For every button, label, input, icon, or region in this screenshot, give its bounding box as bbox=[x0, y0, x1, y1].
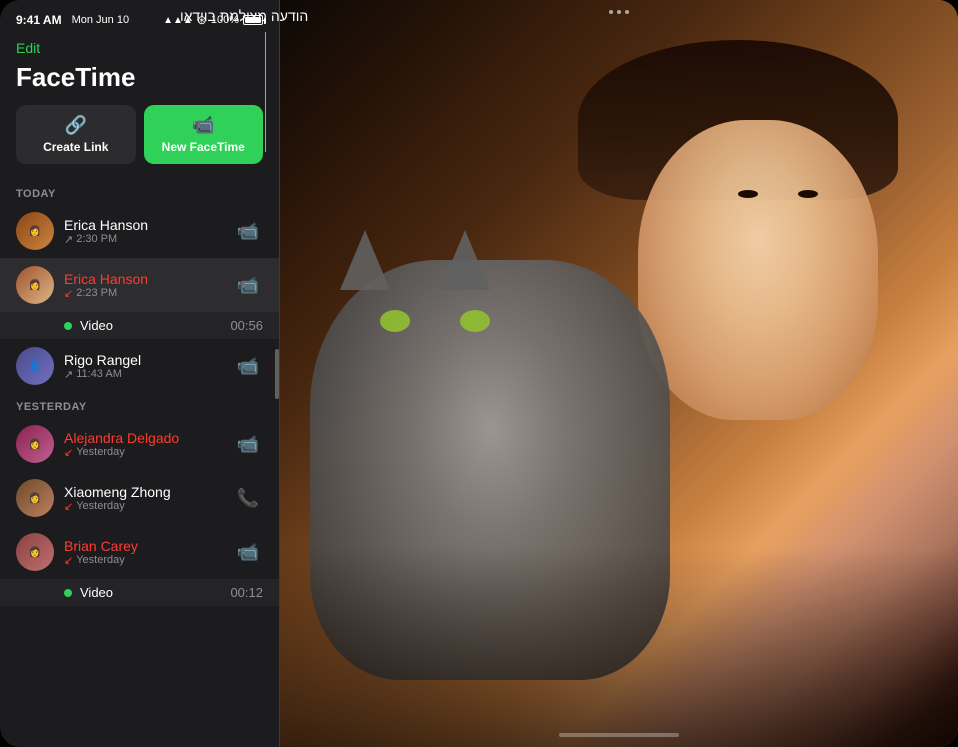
call-name-alejandra: Alejandra Delgado bbox=[64, 430, 233, 446]
call-arrow-1: ↗ bbox=[64, 233, 73, 246]
signal-icon: ▲▲▲ bbox=[163, 15, 193, 26]
call-time-value-1: 2:30 PM bbox=[76, 233, 117, 245]
call-time-value-brian: Yesterday bbox=[76, 554, 125, 566]
call-time-alejandra: ↙ Yesterday bbox=[64, 446, 233, 459]
call-info-rigo: Rigo Rangel ↗ 11:43 AM bbox=[64, 352, 233, 381]
video-call-icon-rigo[interactable]: 📹 bbox=[233, 352, 263, 381]
video-indicator-brian: Video 00:12 bbox=[0, 579, 279, 606]
call-name-rigo: Rigo Rangel bbox=[64, 352, 233, 368]
avatar-rigo: 👤 bbox=[16, 347, 54, 385]
video-indicator-erica: Video 00:56 bbox=[0, 312, 279, 339]
call-item-erica-2[interactable]: 👩 Erica Hanson ↙ 2:23 PM 📹 bbox=[0, 258, 279, 312]
right-panel bbox=[280, 0, 958, 747]
call-info-erica-1: Erica Hanson ↗ 2:30 PM bbox=[64, 217, 233, 246]
video-duration-2: 00:12 bbox=[230, 585, 263, 600]
status-icons: ▲▲▲ ⊛ 100% bbox=[163, 13, 263, 27]
avatar-alejandra: 👩 bbox=[16, 425, 54, 463]
call-name-erica-2: Erica Hanson bbox=[64, 271, 233, 287]
call-arrow-xiaomeng: ↙ bbox=[64, 500, 73, 513]
call-time-rigo: ↗ 11:43 AM bbox=[64, 368, 233, 381]
call-item-rigo[interactable]: 👤 Rigo Rangel ↗ 11:43 AM 📹 bbox=[0, 339, 279, 393]
dot-2 bbox=[617, 10, 621, 14]
top-dots-indicator bbox=[609, 10, 629, 14]
create-link-label: Create Link bbox=[43, 140, 108, 154]
new-facetime-label: New FaceTime bbox=[162, 140, 245, 154]
video-label-2: Video bbox=[80, 585, 230, 600]
sidebar: 9:41 AM Mon Jun 10 ▲▲▲ ⊛ 100% Edit FaceT… bbox=[0, 0, 280, 747]
ipad-frame: 9:41 AM Mon Jun 10 ▲▲▲ ⊛ 100% Edit FaceT… bbox=[0, 0, 958, 747]
call-item-xiaomeng[interactable]: 👩 Xiaomeng Zhong ↙ Yesterday 📞 bbox=[0, 471, 279, 525]
battery-icon bbox=[243, 15, 263, 25]
avatar-brian: 👩 bbox=[16, 533, 54, 571]
status-date: Mon Jun 10 bbox=[72, 14, 129, 26]
new-facetime-button[interactable]: 📹 New FaceTime bbox=[144, 105, 264, 164]
battery-level: 100% bbox=[211, 14, 239, 26]
video-dot-2 bbox=[64, 589, 72, 597]
video-duration-1: 00:56 bbox=[230, 318, 263, 333]
dot-3 bbox=[625, 10, 629, 14]
call-time-value-2: 2:23 PM bbox=[76, 287, 117, 299]
call-info-erica-2: Erica Hanson ↙ 2:23 PM bbox=[64, 271, 233, 300]
video-call-icon-alejandra[interactable]: 📹 bbox=[233, 430, 263, 459]
video-call-icon-brian[interactable]: 📹 bbox=[233, 538, 263, 567]
call-arrow-alejandra: ↙ bbox=[64, 446, 73, 459]
avatar-erica-1: 👩 bbox=[16, 212, 54, 250]
avatar-initials-2: 👩 bbox=[29, 280, 41, 291]
call-info-xiaomeng: Xiaomeng Zhong ↙ Yesterday bbox=[64, 484, 233, 513]
call-info-brian: Brian Carey ↙ Yesterday bbox=[64, 538, 233, 567]
avatar-initials-xiaomeng: 👩 bbox=[29, 493, 41, 504]
call-info-alejandra: Alejandra Delgado ↙ Yesterday bbox=[64, 430, 233, 459]
call-item-brian[interactable]: 👩 Brian Carey ↙ Yesterday 📹 bbox=[0, 525, 279, 579]
resize-handle[interactable] bbox=[275, 349, 279, 399]
call-arrow-2: ↙ bbox=[64, 287, 73, 300]
call-time-value-rigo: 11:43 AM bbox=[76, 368, 122, 380]
phone-call-icon-xiaomeng[interactable]: 📞 bbox=[233, 484, 263, 513]
page-indicator bbox=[559, 733, 679, 737]
section-today: TODAY bbox=[0, 180, 279, 204]
call-time-value-alejandra: Yesterday bbox=[76, 446, 125, 458]
avatar-initials-brian: 👩 bbox=[29, 547, 41, 558]
video-call-icon-2[interactable]: 📹 bbox=[233, 271, 263, 300]
action-buttons: 🔗 Create Link 📹 New FaceTime bbox=[0, 105, 279, 180]
status-bar: 9:41 AM Mon Jun 10 ▲▲▲ ⊛ 100% bbox=[0, 0, 279, 36]
call-arrow-brian: ↙ bbox=[64, 554, 73, 567]
avatar-erica-2: 👩 bbox=[16, 266, 54, 304]
wifi-icon: ⊛ bbox=[197, 13, 207, 27]
section-yesterday: YESTERDAY bbox=[0, 393, 279, 417]
call-time-erica-1: ↗ 2:30 PM bbox=[64, 233, 233, 246]
call-name-erica-1: Erica Hanson bbox=[64, 217, 233, 233]
avatar-initials-alejandra: 👩 bbox=[29, 439, 41, 450]
status-time: 9:41 AM bbox=[16, 13, 62, 27]
call-time-xiaomeng: ↙ Yesterday bbox=[64, 500, 233, 513]
call-time-erica-2: ↙ 2:23 PM bbox=[64, 287, 233, 300]
video-label-1: Video bbox=[80, 318, 230, 333]
video-call-icon-1[interactable]: 📹 bbox=[233, 217, 263, 246]
edit-button[interactable]: Edit bbox=[0, 36, 56, 60]
avatar-xiaomeng: 👩 bbox=[16, 479, 54, 517]
video-icon: 📹 bbox=[192, 115, 214, 136]
call-name-xiaomeng: Xiaomeng Zhong bbox=[64, 484, 233, 500]
avatar-initials-rigo: 👤 bbox=[29, 361, 41, 372]
call-time-brian: ↙ Yesterday bbox=[64, 554, 233, 567]
video-dot-1 bbox=[64, 322, 72, 330]
call-name-brian: Brian Carey bbox=[64, 538, 233, 554]
background-photo bbox=[280, 0, 958, 747]
call-arrow-rigo: ↗ bbox=[64, 368, 73, 381]
app-title: FaceTime bbox=[0, 60, 279, 105]
avatar-initials: 👩 bbox=[29, 226, 41, 237]
call-item-erica-1[interactable]: 👩 Erica Hanson ↗ 2:30 PM 📹 bbox=[0, 204, 279, 258]
create-link-button[interactable]: 🔗 Create Link bbox=[16, 105, 136, 164]
call-time-value-xiaomeng: Yesterday bbox=[76, 500, 125, 512]
dot-1 bbox=[609, 10, 613, 14]
call-item-alejandra[interactable]: 👩 Alejandra Delgado ↙ Yesterday 📹 bbox=[0, 417, 279, 471]
link-icon: 🔗 bbox=[65, 115, 87, 136]
